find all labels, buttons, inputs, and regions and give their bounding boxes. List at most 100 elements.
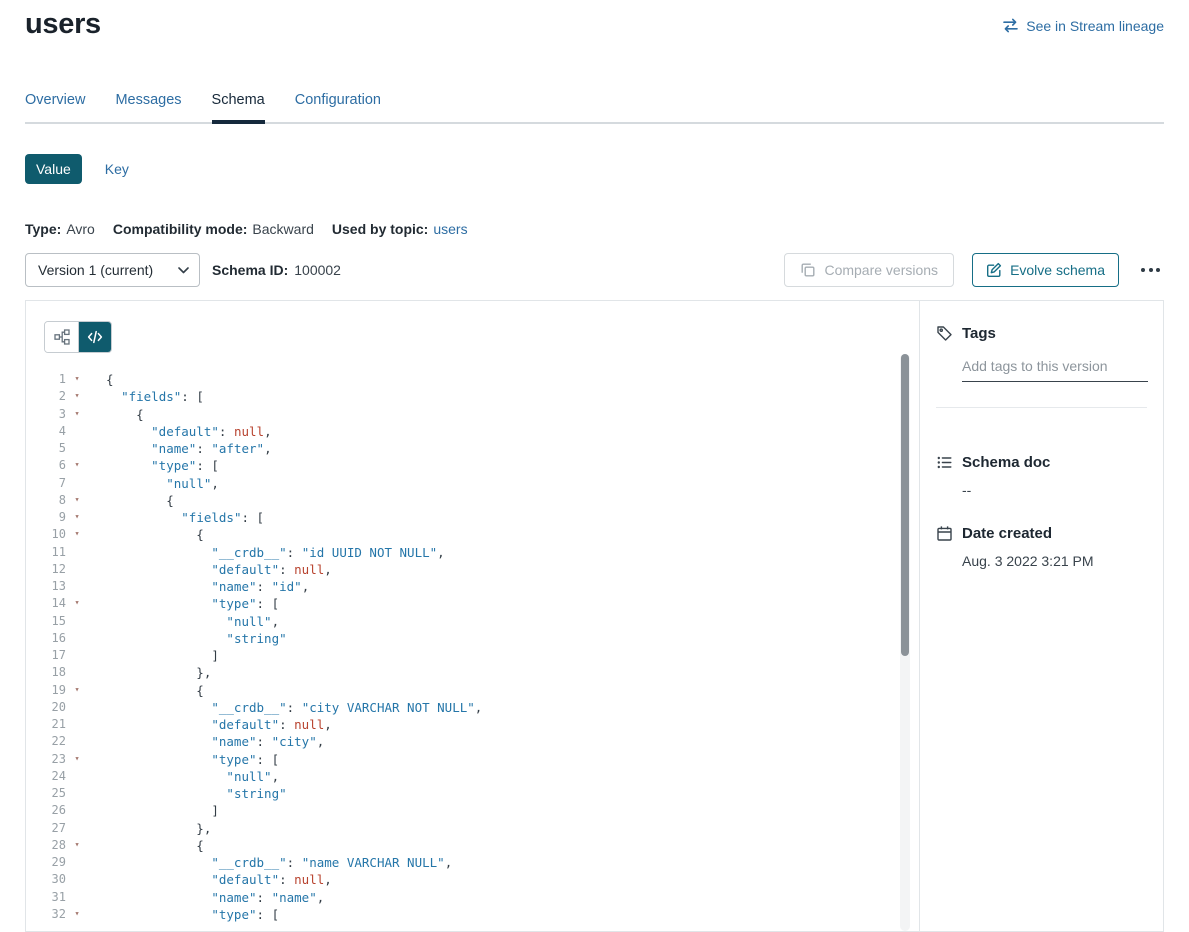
schema-id-label: Schema ID:: [212, 262, 288, 278]
line-number: 29: [44, 854, 66, 871]
code-line: 4 "default": null,: [44, 423, 887, 440]
edit-icon: [986, 262, 1002, 278]
fold-toggle-icon[interactable]: ▾: [71, 406, 83, 423]
fold-gutter: [71, 613, 83, 630]
version-select-value: Version 1 (current): [38, 262, 153, 278]
fold-gutter: [71, 578, 83, 595]
calendar-icon: [936, 525, 953, 542]
schema-doc-section: Schema doc --: [936, 454, 1147, 498]
fold-gutter: [71, 664, 83, 681]
line-number: 2: [44, 388, 66, 405]
code-line: 13 "name": "id",: [44, 578, 887, 595]
code-text: {: [106, 492, 174, 509]
line-number: 12: [44, 561, 66, 578]
type-label: Type:: [25, 221, 61, 237]
code-text: "type": [: [106, 457, 219, 474]
fold-toggle-icon[interactable]: ▾: [71, 526, 83, 543]
code-line: 17 ]: [44, 647, 887, 664]
fold-gutter: [71, 889, 83, 906]
topic-link[interactable]: users: [433, 221, 467, 237]
code-text: },: [106, 820, 211, 837]
fold-gutter: [71, 630, 83, 647]
code-view-button[interactable]: [78, 322, 111, 352]
date-created-section: Date created Aug. 3 2022 3:21 PM: [936, 525, 1147, 569]
code-text: "null",: [106, 613, 279, 630]
version-select[interactable]: Version 1 (current): [25, 253, 200, 287]
schema-doc-title: Schema doc: [962, 454, 1050, 471]
fold-toggle-icon[interactable]: ▾: [71, 371, 83, 388]
line-number: 11: [44, 544, 66, 561]
fold-gutter: [71, 699, 83, 716]
fold-toggle-icon[interactable]: ▾: [71, 595, 83, 612]
tab-schema[interactable]: Schema: [212, 86, 265, 122]
fold-gutter: [71, 802, 83, 819]
code-text: "default": null,: [106, 716, 332, 733]
date-created-title: Date created: [962, 525, 1052, 542]
code-text: },: [106, 664, 211, 681]
vertical-scrollbar[interactable]: [900, 354, 910, 931]
code-line: 14▾ "type": [: [44, 595, 887, 612]
editor-view-toggle: [44, 321, 112, 353]
code-line: 15 "null",: [44, 613, 887, 630]
fold-toggle-icon[interactable]: ▾: [71, 388, 83, 405]
line-number: 22: [44, 733, 66, 750]
schema-meta: Type: Avro Compatibility mode: Backward …: [25, 221, 468, 237]
key-toggle-button[interactable]: Key: [105, 161, 129, 177]
tags-input[interactable]: [962, 356, 1148, 382]
stream-lineage-icon: [1002, 17, 1019, 34]
code-line: 22 "name": "city",: [44, 733, 887, 750]
compare-versions-button[interactable]: Compare versions: [784, 253, 954, 287]
date-created-value: Aug. 3 2022 3:21 PM: [962, 553, 1147, 569]
tab-messages[interactable]: Messages: [115, 86, 181, 122]
schema-detail-panel: 1▾{2▾ "fields": [3▾ {4 "default": null,5…: [25, 300, 1164, 932]
fold-toggle-icon[interactable]: ▾: [71, 682, 83, 699]
evolve-schema-button[interactable]: Evolve schema: [972, 253, 1119, 287]
fold-toggle-icon[interactable]: ▾: [71, 457, 83, 474]
fold-gutter: [71, 647, 83, 664]
code-line: 11 "__crdb__": "id UUID NOT NULL",: [44, 544, 887, 561]
code-text: "string": [106, 785, 287, 802]
code-text: "__crdb__": "id UUID NOT NULL",: [106, 544, 445, 561]
fold-toggle-icon[interactable]: ▾: [71, 751, 83, 768]
code-line: 25 "string": [44, 785, 887, 802]
schema-editor-panel: 1▾{2▾ "fields": [3▾ {4 "default": null,5…: [26, 301, 919, 931]
fold-toggle-icon[interactable]: ▾: [71, 492, 83, 509]
tags-title: Tags: [962, 325, 996, 342]
stream-lineage-link[interactable]: See in Stream lineage: [1002, 17, 1164, 34]
code-line: 26 ]: [44, 802, 887, 819]
topic-label: Used by topic:: [332, 221, 428, 237]
code-line: 9▾ "fields": [: [44, 509, 887, 526]
line-number: 30: [44, 871, 66, 888]
code-text: "null",: [106, 475, 219, 492]
code-text: {: [106, 837, 204, 854]
line-number: 18: [44, 664, 66, 681]
scrollbar-thumb[interactable]: [901, 354, 909, 656]
fold-gutter: [71, 820, 83, 837]
type-value: Avro: [66, 221, 95, 237]
fold-gutter: [71, 440, 83, 457]
line-number: 9: [44, 509, 66, 526]
line-number: 14: [44, 595, 66, 612]
code-line: 29 "__crdb__": "name VARCHAR NULL",: [44, 854, 887, 871]
code-line: 18 },: [44, 664, 887, 681]
tab-configuration[interactable]: Configuration: [295, 86, 381, 122]
tab-overview[interactable]: Overview: [25, 86, 85, 122]
line-number: 25: [44, 785, 66, 802]
fold-toggle-icon[interactable]: ▾: [71, 509, 83, 526]
fold-toggle-icon[interactable]: ▾: [71, 906, 83, 923]
code-text: "default": null,: [106, 871, 332, 888]
fold-gutter: [71, 561, 83, 578]
line-number: 21: [44, 716, 66, 733]
compatibility-label: Compatibility mode:: [113, 221, 248, 237]
fold-gutter: [71, 475, 83, 492]
copy-icon: [800, 262, 816, 278]
tree-view-button[interactable]: [45, 322, 78, 352]
line-number: 13: [44, 578, 66, 595]
page-title: users: [25, 8, 101, 41]
more-options-button[interactable]: [1137, 253, 1164, 287]
code-text: {: [106, 406, 144, 423]
line-number: 6: [44, 457, 66, 474]
line-number: 24: [44, 768, 66, 785]
value-toggle-button[interactable]: Value: [25, 154, 82, 184]
fold-toggle-icon[interactable]: ▾: [71, 837, 83, 854]
